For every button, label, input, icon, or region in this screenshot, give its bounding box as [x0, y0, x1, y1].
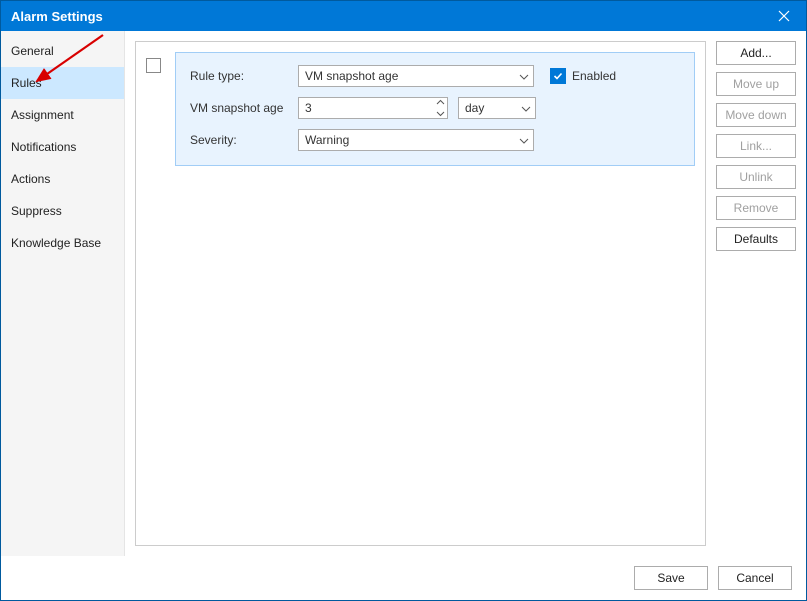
dialog-body: General Rules Assignment Notifications A… [1, 31, 806, 556]
enabled-wrap: Enabled [550, 68, 616, 84]
rule-card: Rule type: VM snapshot age [175, 52, 695, 166]
dialog-footer: Save Cancel [1, 556, 806, 600]
sidebar-item-notifications[interactable]: Notifications [1, 131, 124, 163]
spinner-buttons [436, 99, 445, 117]
rule-type-value: VM snapshot age [305, 69, 398, 83]
check-icon [553, 71, 563, 81]
snapshot-age-row: VM snapshot age 3 day [190, 97, 680, 119]
sidebar-item-actions[interactable]: Actions [1, 163, 124, 195]
severity-row: Severity: Warning [190, 129, 680, 151]
titlebar: Alarm Settings [1, 1, 806, 31]
chevron-down-icon [519, 133, 529, 147]
close-button[interactable] [761, 1, 806, 31]
sidebar-item-rules[interactable]: Rules [1, 67, 124, 99]
snapshot-age-label: VM snapshot age [190, 101, 288, 115]
enabled-checkbox[interactable] [550, 68, 566, 84]
spinner-down-icon[interactable] [436, 110, 445, 117]
snapshot-age-value: 3 [305, 101, 312, 115]
rule-type-combo[interactable]: VM snapshot age [298, 65, 534, 87]
rules-list-panel: Rule type: VM snapshot age [135, 41, 706, 546]
rule-row: Rule type: VM snapshot age [146, 52, 695, 166]
severity-label: Severity: [190, 133, 288, 147]
sidebar-item-assignment[interactable]: Assignment [1, 99, 124, 131]
sidebar-item-suppress[interactable]: Suppress [1, 195, 124, 227]
chevron-down-icon [521, 101, 531, 115]
snapshot-age-spinner[interactable]: 3 [298, 97, 448, 119]
cancel-button[interactable]: Cancel [718, 566, 792, 590]
alarm-settings-window: Alarm Settings General Rules Assignment … [0, 0, 807, 601]
rule-type-label: Rule type: [190, 69, 288, 83]
rule-select-checkbox[interactable] [146, 58, 161, 73]
defaults-button[interactable]: Defaults [716, 227, 796, 251]
snapshot-age-unit-combo[interactable]: day [458, 97, 536, 119]
rule-actions-column: Add... Move up Move down Link... Unlink … [716, 41, 796, 546]
rule-type-row: Rule type: VM snapshot age [190, 65, 680, 87]
save-button[interactable]: Save [634, 566, 708, 590]
spinner-up-icon[interactable] [436, 99, 445, 106]
chevron-down-icon [519, 69, 529, 83]
snapshot-age-unit-value: day [465, 101, 484, 115]
move-up-button[interactable]: Move up [716, 72, 796, 96]
severity-combo[interactable]: Warning [298, 129, 534, 151]
add-button[interactable]: Add... [716, 41, 796, 65]
window-title: Alarm Settings [11, 9, 103, 24]
move-down-button[interactable]: Move down [716, 103, 796, 127]
settings-sidebar: General Rules Assignment Notifications A… [1, 31, 125, 556]
rules-main: Rule type: VM snapshot age [125, 31, 806, 556]
sidebar-item-knowledge-base[interactable]: Knowledge Base [1, 227, 124, 259]
unlink-button[interactable]: Unlink [716, 165, 796, 189]
sidebar-item-general[interactable]: General [1, 35, 124, 67]
link-button[interactable]: Link... [716, 134, 796, 158]
severity-value: Warning [305, 133, 349, 147]
remove-button[interactable]: Remove [716, 196, 796, 220]
close-icon [778, 10, 790, 22]
enabled-label: Enabled [572, 69, 616, 83]
